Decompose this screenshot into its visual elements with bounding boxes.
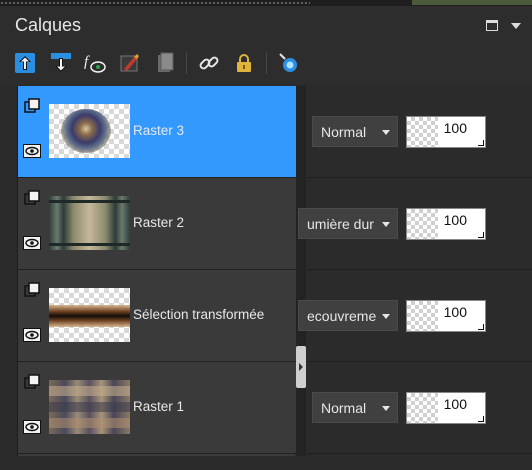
opacity-field[interactable]: 100 bbox=[406, 300, 486, 332]
layer-group-icon[interactable] bbox=[24, 190, 40, 206]
layer-thumbnail bbox=[49, 380, 130, 434]
lock-layer-icon[interactable] bbox=[232, 51, 256, 75]
dropdown-arrow-icon bbox=[382, 222, 390, 227]
panel-splitter[interactable] bbox=[296, 86, 306, 456]
blend-mode-dropdown[interactable]: ecouvreme bbox=[298, 300, 398, 331]
blend-mode-value: Normal bbox=[321, 400, 367, 416]
layer-properties-row: umière dur 100 bbox=[298, 178, 532, 270]
dropdown-arrow-icon bbox=[382, 406, 390, 411]
brush-layer-icon[interactable] bbox=[118, 51, 142, 75]
opacity-field[interactable]: 100 bbox=[406, 392, 486, 424]
opacity-value: 100 bbox=[443, 212, 467, 228]
layer-thumbnail bbox=[49, 288, 130, 342]
merge-down-icon[interactable] bbox=[49, 51, 73, 75]
maximize-icon[interactable] bbox=[486, 20, 498, 31]
layer-name[interactable]: Raster 1 bbox=[133, 399, 184, 414]
layer-row-selection-transformee[interactable]: Sélection transformée bbox=[18, 270, 296, 362]
panel-menu-icon[interactable] bbox=[511, 23, 521, 29]
resize-grip-icon bbox=[478, 232, 484, 238]
opacity-field[interactable]: 100 bbox=[406, 116, 486, 148]
visibility-eye-icon[interactable] bbox=[23, 236, 41, 250]
layer-group-icon[interactable] bbox=[24, 282, 40, 298]
toolbar-separator bbox=[186, 52, 187, 74]
dock-grip[interactable] bbox=[0, 1, 310, 4]
layer-properties-column: Normal 100 umière dur 100 ecouvreme 100 bbox=[298, 86, 532, 456]
resize-grip-icon bbox=[478, 324, 484, 330]
mask-layer-icon[interactable] bbox=[277, 51, 301, 75]
opacity-value: 100 bbox=[443, 396, 467, 412]
opacity-field[interactable]: 100 bbox=[406, 208, 486, 240]
opacity-value: 100 bbox=[443, 120, 467, 136]
blend-mode-value: Normal bbox=[321, 124, 367, 140]
blend-mode-value: ecouvreme bbox=[307, 308, 377, 324]
svg-text:f: f bbox=[84, 54, 90, 70]
layer-properties-row: Normal 100 bbox=[306, 362, 532, 454]
visibility-eye-icon[interactable] bbox=[23, 420, 41, 434]
visibility-eye-icon[interactable] bbox=[23, 144, 41, 158]
layers-list: Raster 3 Raster 2 Sélection transformée … bbox=[17, 86, 296, 456]
blend-mode-dropdown[interactable]: Normal bbox=[312, 116, 398, 147]
layer-row-raster-3[interactable]: Raster 3 bbox=[18, 86, 296, 178]
delete-layer-icon[interactable] bbox=[153, 51, 177, 75]
toolbar-separator bbox=[266, 52, 267, 74]
layer-name[interactable]: Raster 2 bbox=[133, 215, 184, 230]
layer-group-icon[interactable] bbox=[24, 98, 40, 114]
visibility-eye-icon[interactable] bbox=[23, 328, 41, 342]
panel-titlebar: Calques bbox=[0, 6, 532, 42]
panel-title: Calques bbox=[15, 15, 82, 35]
blend-mode-value: umière dur bbox=[307, 216, 374, 232]
resize-grip-icon bbox=[478, 416, 484, 422]
adjacent-panel-edge bbox=[412, 0, 532, 5]
layer-group-icon[interactable] bbox=[24, 374, 40, 390]
layer-thumbnail bbox=[49, 104, 130, 158]
layer-row-raster-2[interactable]: Raster 2 bbox=[18, 178, 296, 270]
layer-row-raster-1[interactable]: Raster 1 bbox=[18, 362, 296, 454]
blend-mode-dropdown[interactable]: umière dur bbox=[298, 208, 398, 239]
layer-properties-row: Normal 100 bbox=[306, 86, 532, 178]
new-raster-layer-icon[interactable] bbox=[13, 51, 37, 75]
layer-thumbnail bbox=[49, 196, 130, 250]
layer-properties-row: ecouvreme 100 bbox=[298, 270, 532, 362]
layer-name[interactable]: Sélection transformée bbox=[133, 307, 264, 322]
layers-toolbar: f bbox=[0, 42, 532, 84]
collapse-handle[interactable] bbox=[296, 346, 306, 388]
dropdown-arrow-icon bbox=[382, 314, 390, 319]
resize-grip-icon bbox=[478, 140, 484, 146]
layer-name[interactable]: Raster 3 bbox=[133, 123, 184, 138]
layer-effects-icon[interactable]: f bbox=[83, 51, 107, 75]
opacity-value: 100 bbox=[443, 304, 467, 320]
dropdown-arrow-icon bbox=[382, 130, 390, 135]
link-layers-icon[interactable] bbox=[197, 51, 221, 75]
blend-mode-dropdown[interactable]: Normal bbox=[312, 392, 398, 423]
